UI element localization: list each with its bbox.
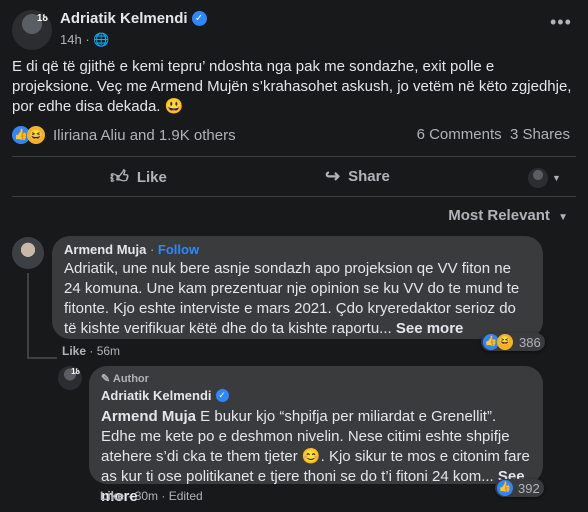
comment-like-button[interactable]: Like [62, 344, 86, 358]
reply-author-avatar[interactable]: 18 [58, 366, 82, 390]
comment-author-avatar[interactable] [12, 237, 44, 269]
verified-badge-icon: ✓ [215, 389, 229, 403]
reply-reactions[interactable]: 👍 392 [495, 479, 544, 497]
like-reaction-icon: 👍 [497, 480, 513, 496]
profile-avatar-icon [528, 168, 548, 188]
comments-count[interactable]: 6 Comments [417, 126, 502, 143]
avatar-badge: 18 [71, 367, 80, 376]
reply-author-name[interactable]: Adriatik Kelmendi [101, 388, 212, 403]
share-arrow-icon: ↪ [325, 166, 341, 186]
caret-down-icon: ▼ [558, 212, 568, 223]
avatar-badge: 18 [36, 13, 48, 24]
share-button-label: Share [348, 168, 390, 185]
post-counts: 6 Comments 3 Shares [417, 126, 570, 143]
reaction-count: 392 [518, 480, 540, 496]
post-time[interactable]: 14h [60, 32, 82, 47]
post-menu-icon[interactable]: ••• [550, 12, 572, 33]
like-button-label: Like [136, 168, 167, 186]
chevron-down-icon: ▼ [552, 173, 561, 183]
reply-time[interactable]: 30m [135, 489, 158, 503]
pencil-icon: ✎ [101, 373, 111, 385]
reactions-text[interactable]: Iliriana Aliu and 1.9K others [53, 127, 236, 144]
reply-meta: Like · 30m · Edited [100, 489, 203, 503]
post-header: Adriatik Kelmendi ✓ [60, 10, 207, 28]
post-author-name[interactable]: Adriatik Kelmendi [60, 10, 188, 27]
comment-meta: Like · 56m [62, 344, 121, 358]
post-text: E di që të gjithë e kemi tepru’ ndoshta … [12, 58, 572, 115]
comment-author-name[interactable]: Armend Muja [64, 242, 146, 257]
post-reactions[interactable]: 👍 😆 Iliriana Aliu and 1.9K others [12, 126, 236, 144]
follow-button[interactable]: Follow [158, 242, 199, 257]
haha-reaction-icon: 😆 [497, 334, 513, 350]
reaction-count: 386 [519, 334, 541, 350]
reply-bubble: ✎ Author Adriatik Kelmendi ✓ Armend Muja … [89, 366, 543, 505]
divider [12, 196, 576, 197]
verified-badge-icon: ✓ [191, 11, 207, 27]
author-label: ✎ Author [101, 372, 531, 385]
comment-text: Adriatik, une nuk bere asnje sondazh apo… [64, 259, 531, 339]
shares-count[interactable]: 3 Shares [510, 126, 570, 143]
edited-label: Edited [168, 489, 203, 503]
comment-bubble: Armend Muja · Follow Adriatik, une nuk b… [52, 236, 543, 339]
like-button[interactable]: 👍︎ Like [110, 166, 167, 188]
see-more-link[interactable]: See more [396, 320, 464, 337]
post-author-avatar[interactable]: 18 [12, 10, 52, 50]
sort-label: Most Relevant [448, 207, 550, 224]
thread-line [27, 357, 57, 359]
comment-time[interactable]: 56m [97, 344, 120, 358]
comment-reactions[interactable]: 👍 😆 386 [481, 333, 545, 351]
post-meta: 14h · 🌐 [60, 32, 110, 47]
thread-line [27, 273, 29, 359]
divider [12, 156, 576, 157]
author-label-text: Author [112, 373, 149, 385]
comment-sort-dropdown[interactable]: Most Relevant ▼ [448, 207, 568, 224]
react-as-selector[interactable]: ▼ [528, 168, 561, 188]
mention-link[interactable]: Armend Muja [101, 408, 196, 425]
share-button[interactable]: ↪ Share [325, 166, 390, 187]
reply-like-button[interactable]: Like [100, 489, 124, 503]
globe-icon: 🌐 [93, 32, 110, 47]
haha-reaction-icon: 😆 [27, 126, 45, 144]
thumbs-up-icon: 👍︎ [110, 167, 129, 187]
